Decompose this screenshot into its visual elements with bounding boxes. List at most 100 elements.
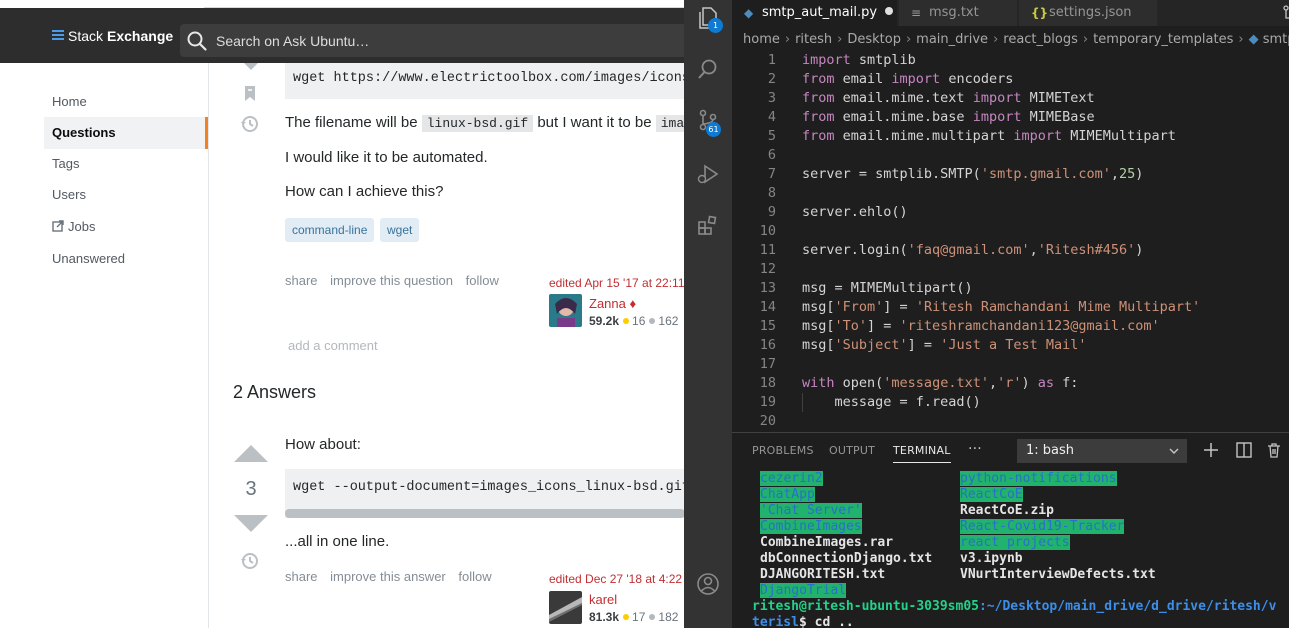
improve-answer-link[interactable]: improve this answer	[330, 569, 446, 584]
nav-unanswered[interactable]: Unanswered	[44, 243, 208, 275]
crumb-ritesh[interactable]: ritesh	[795, 32, 832, 47]
code-line[interactable]: 6	[732, 146, 1289, 165]
code-editor[interactable]: 1 import smtplib 2 from email import encode…	[732, 50, 1289, 432]
crumb-desktop[interactable]: Desktop	[847, 32, 901, 47]
nav-home[interactable]: Home	[44, 86, 208, 118]
panel-tab-output[interactable]: OUTPUT	[829, 444, 875, 457]
follow-question-link[interactable]: follow	[466, 273, 499, 288]
code-line[interactable]: 9 server.ehlo()	[732, 203, 1289, 222]
tab-msg-txt[interactable]: ≡ msg.txt	[899, 0, 1017, 26]
terminal-dir-entry: react projects	[960, 535, 1070, 551]
upvote-arrow-icon[interactable]	[234, 445, 268, 462]
terminal-prompt: ritesh@ritesh-ubuntu-3039sm05:~/Desktop/…	[752, 599, 1276, 615]
karel-reputation: 81.3k 17 182	[589, 610, 678, 624]
code-line[interactable]: 5 from email.mime.multipart import MIMEMu…	[732, 127, 1289, 146]
json-braces-icon: {}	[1031, 6, 1049, 20]
code-line[interactable]: 3 from email.mime.text import MIMEText	[732, 89, 1289, 108]
code-text: from email.mime.multipart import MIMEMul…	[802, 128, 1176, 144]
code-text: import smtplib	[802, 52, 916, 68]
nav-tags[interactable]: Tags	[44, 148, 208, 180]
panel-tab-problems[interactable]: PROBLEMS	[752, 444, 814, 457]
nav-jobs[interactable]: Jobs	[44, 211, 208, 243]
terminal-select-value: 1: bash	[1026, 443, 1075, 458]
crumb-file[interactable]: smtp_a	[1263, 32, 1289, 47]
answer-vote-count: 3	[245, 478, 257, 500]
tab-smtp-aut-mail[interactable]: ◆ smtp_aut_mail.py	[732, 0, 897, 26]
share-question-link[interactable]: share	[285, 273, 318, 288]
share-answer-link[interactable]: share	[285, 569, 318, 584]
accounts-icon[interactable]	[696, 572, 720, 596]
crumb-home[interactable]: home	[743, 32, 780, 47]
gold-badge-icon	[623, 318, 630, 324]
terminal-file-entry: dbConnectionDjango.txt	[760, 551, 932, 567]
code-line[interactable]: 11 server.login('faq@gmail.com','Ritesh#4…	[732, 241, 1289, 260]
karel-gold-count: 17	[632, 610, 646, 624]
search-input[interactable]: Search on Ask Ubuntu…	[180, 24, 684, 57]
code-line[interactable]: 10	[732, 222, 1289, 241]
trash-icon[interactable]	[1265, 441, 1283, 459]
tab-settings-json[interactable]: {} settings.json	[1019, 0, 1157, 26]
downvote-arrow-icon[interactable]	[241, 63, 261, 71]
answer-edited-link[interactable]: edited Dec 27 '18 at 4:22	[549, 572, 682, 586]
nav-questions[interactable]: Questions	[44, 117, 208, 149]
prompt-path: :~/Desktop/main_drive/d_drive/ritesh/v	[978, 599, 1277, 614]
answer-intro: How about:	[285, 436, 361, 453]
code-line[interactable]: 18 with open('message.txt','r') as f:	[732, 374, 1289, 393]
code-line[interactable]: 14 msg['From'] = 'Ritesh Ramchandani Mime…	[732, 298, 1289, 317]
question-paragraph-3: How can I achieve this?	[285, 183, 444, 200]
add-comment-link[interactable]: add a comment	[288, 338, 378, 353]
zanna-avatar[interactable]	[549, 294, 582, 327]
bookmark-icon[interactable]	[243, 85, 257, 102]
code-line[interactable]: 12	[732, 260, 1289, 279]
code-line[interactable]: 17	[732, 355, 1289, 374]
search-icon[interactable]	[696, 57, 720, 81]
zanna-user-link[interactable]: Zanna ♦	[589, 296, 636, 311]
code-line[interactable]: 4 from email.mime.base import MIMEBase	[732, 108, 1289, 127]
downvote-arrow-icon[interactable]	[234, 515, 268, 532]
terminal-dir-entry: ReactCoE	[960, 487, 1023, 503]
terminal-entry-text: cezerin2	[760, 471, 823, 486]
history-icon[interactable]	[240, 551, 260, 571]
run-debug-icon[interactable]	[696, 162, 720, 186]
question-code-text: wget https://www.electrictoolbox.com/ima…	[293, 71, 684, 86]
follow-answer-link[interactable]: follow	[458, 569, 491, 584]
nav-users[interactable]: Users	[44, 179, 208, 211]
karel-avatar[interactable]	[549, 591, 582, 624]
tag-command-line[interactable]: command-line	[285, 218, 375, 242]
improve-question-link[interactable]: improve this question	[330, 273, 453, 288]
history-icon[interactable]	[240, 114, 260, 134]
stackexchange-logo[interactable]: Stack Exchange	[52, 28, 173, 44]
crumb-temporary-templates[interactable]: temporary_templates	[1093, 32, 1233, 47]
open-changes-icon[interactable]	[1282, 4, 1289, 22]
line-number: 7	[767, 166, 776, 182]
line-number: 5	[767, 128, 776, 144]
code-line[interactable]: 2 from email import encoders	[732, 70, 1289, 89]
logo-text-exchange: Exchange	[107, 28, 174, 44]
code-line[interactable]: 7 server = smtplib.SMTP('smtp.gmail.com',…	[732, 165, 1289, 184]
code-text: server.ehlo()	[802, 204, 908, 220]
terminal-select[interactable]: 1: bash	[1017, 439, 1187, 463]
tag-wget[interactable]: wget	[380, 218, 420, 242]
crumb-main-drive[interactable]: main_drive	[916, 32, 988, 47]
se-topbar: Stack Exchange Search on Ask Ubuntu…	[0, 8, 684, 63]
code-line[interactable]: 16 msg['Subject'] = 'Just a Test Mail'	[732, 336, 1289, 355]
new-terminal-plus-icon[interactable]	[1202, 441, 1220, 459]
code-line[interactable]: 1 import smtplib	[732, 51, 1289, 70]
question-edited-link[interactable]: edited Apr 15 '17 at 22:11	[549, 276, 684, 290]
line-number: 13	[759, 280, 776, 296]
terminal-entry-text: VNurtInterviewDefects.txt	[960, 567, 1156, 582]
code-line[interactable]: 20	[732, 412, 1289, 431]
code-line[interactable]: 13 msg = MIMEMultipart()	[732, 279, 1289, 298]
code-line[interactable]: 19 message = f.read()	[732, 393, 1289, 412]
extensions-icon[interactable]	[696, 214, 720, 238]
crumb-separator-icon: ›	[784, 32, 791, 47]
code-horizontal-scrollbar[interactable]	[285, 509, 684, 518]
split-terminal-icon[interactable]	[1235, 441, 1253, 459]
crumb-react-blogs[interactable]: react_blogs	[1003, 32, 1078, 47]
panel-more-icon[interactable]: ···	[968, 441, 982, 457]
code-line[interactable]: 15 msg['To'] = 'riteshramchandani123@gmai…	[732, 317, 1289, 336]
code-line[interactable]: 8	[732, 184, 1289, 203]
panel-tab-terminal[interactable]: TERMINAL	[893, 444, 951, 463]
karel-username[interactable]: karel	[589, 592, 617, 607]
line-number: 2	[767, 71, 776, 87]
